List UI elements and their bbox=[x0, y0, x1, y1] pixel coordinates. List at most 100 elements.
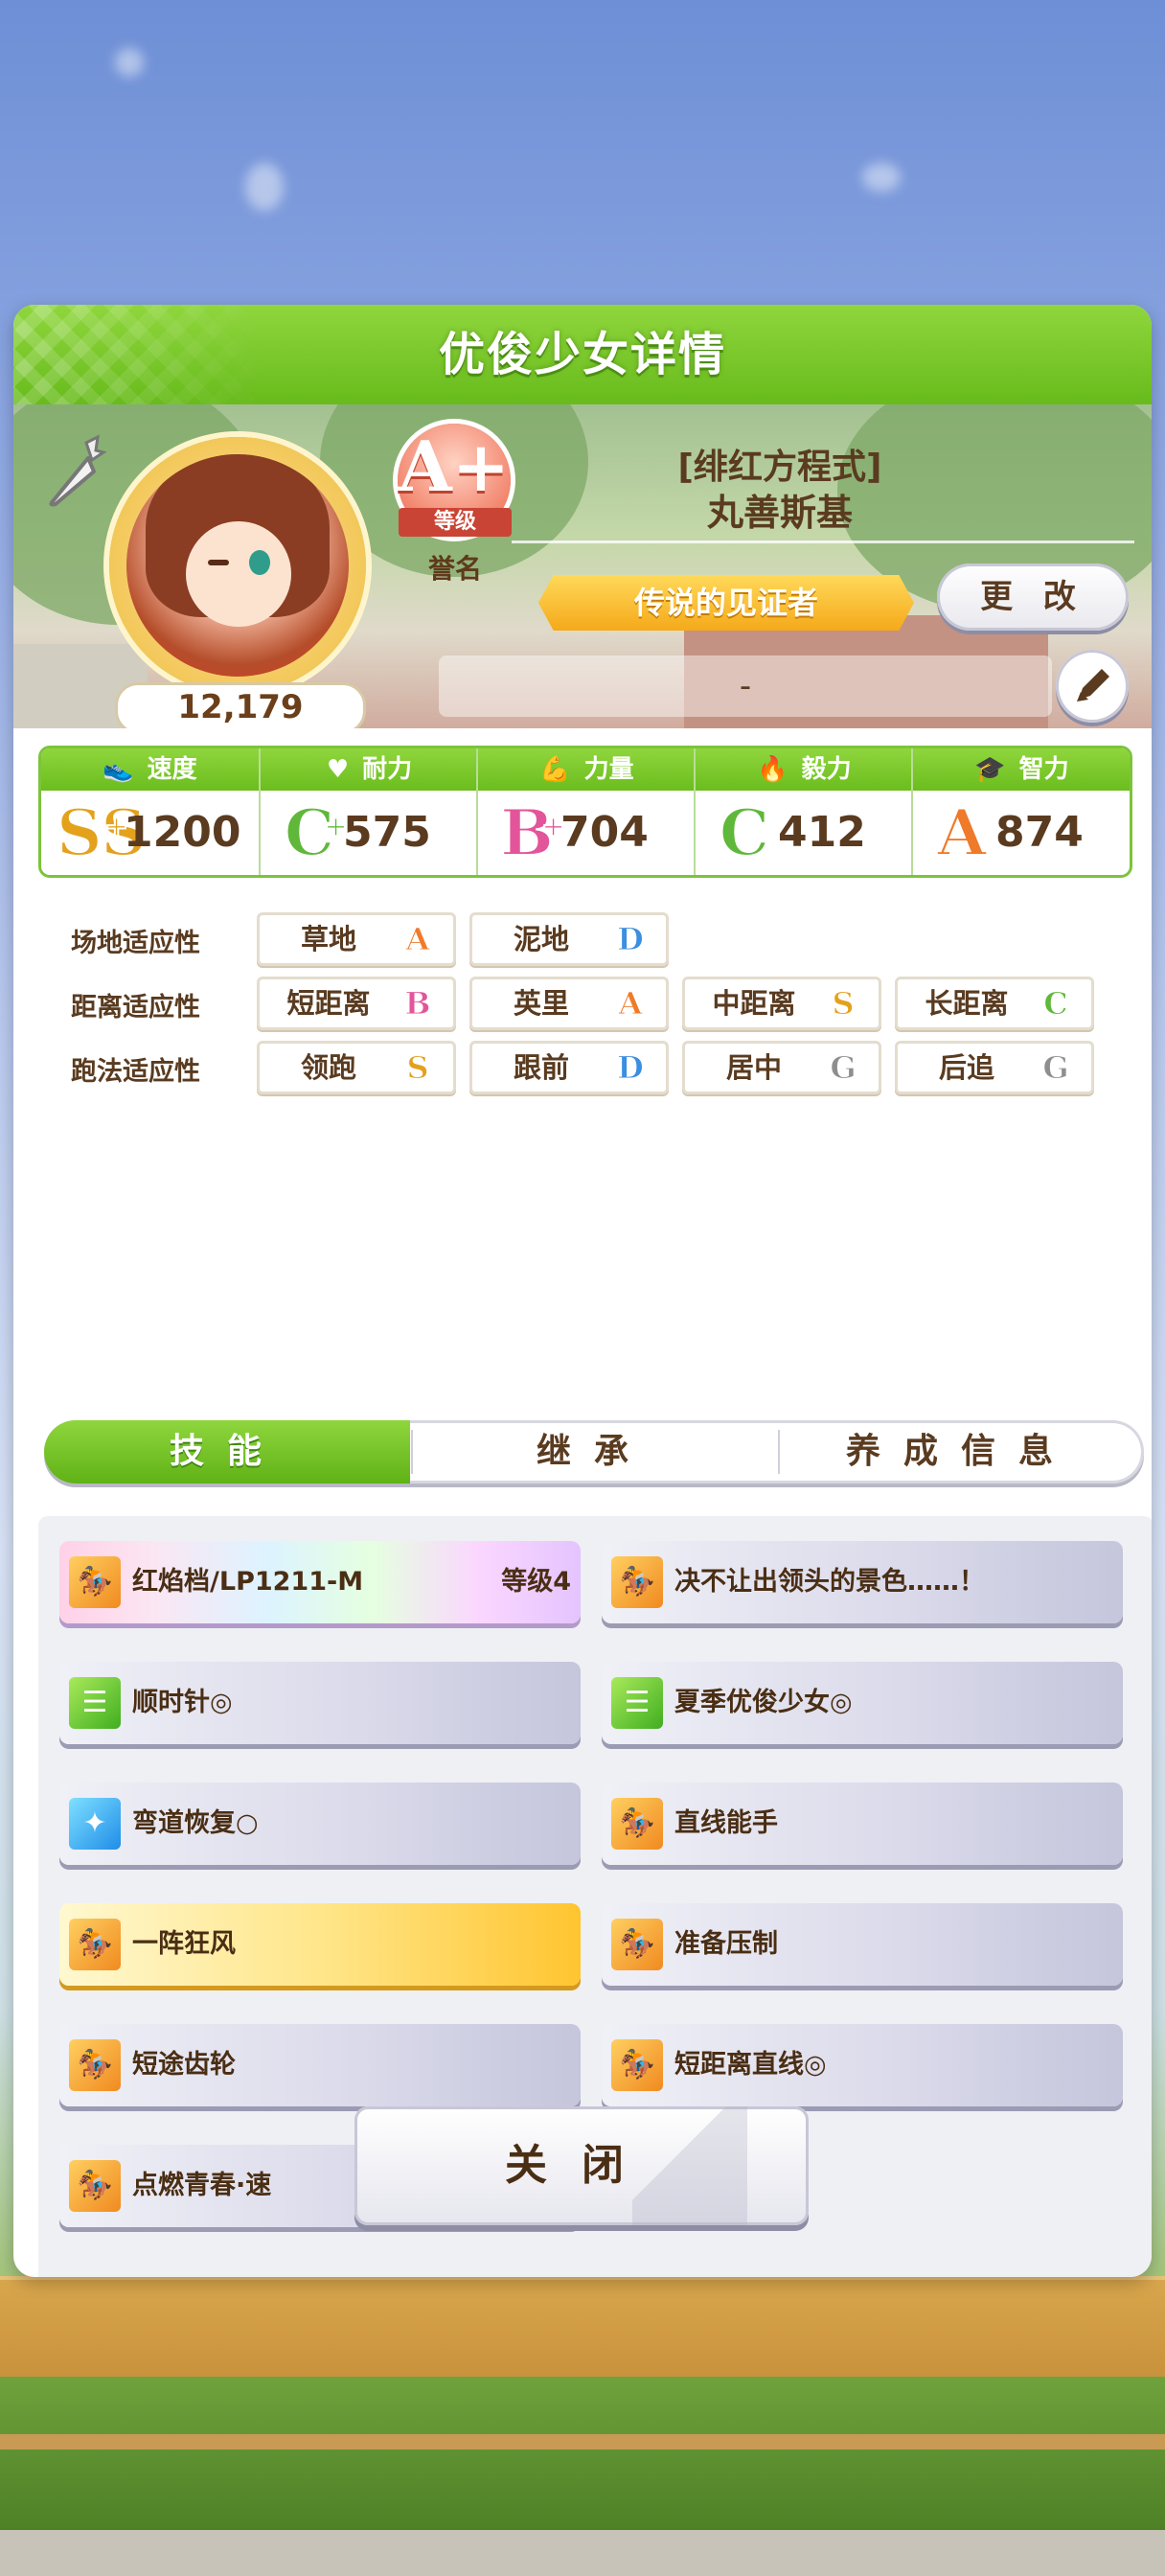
skill-name: 顺时针◎ bbox=[132, 1688, 233, 1717]
sparkle-icon: ✦ bbox=[69, 1798, 121, 1850]
stat-cell: 💪 力量 B +704 bbox=[476, 748, 696, 875]
sky-light bbox=[115, 48, 144, 77]
tab-divider bbox=[411, 1430, 413, 1474]
skill-item[interactable]: 🏇 直线能手 bbox=[602, 1782, 1123, 1865]
stat-label: 力量 bbox=[583, 755, 634, 784]
running-horse-icon: 🏇 bbox=[611, 1556, 663, 1608]
aptitude-name: 草地 bbox=[300, 923, 356, 955]
skill-item[interactable]: 🏇 红焰档/LP1211-M 等级4 bbox=[59, 1541, 581, 1623]
skill-item[interactable]: 🏇 短距离直线◎ bbox=[602, 2024, 1123, 2106]
aptitude-name: 中距离 bbox=[712, 987, 796, 1020]
aptitude-item: 长距离 C bbox=[895, 977, 1094, 1030]
aptitude-grade: B bbox=[404, 985, 431, 1022]
stat-grade: A bbox=[936, 795, 987, 870]
rank-ribbon: 等级 bbox=[399, 508, 512, 537]
close-button[interactable]: 关闭 bbox=[354, 2106, 809, 2225]
aptitude-grade: C bbox=[1043, 985, 1068, 1022]
running-horse-icon: 🏇 bbox=[69, 1919, 121, 1970]
skill-name: 弯道恢复○ bbox=[132, 1808, 259, 1838]
tab-divider bbox=[778, 1430, 780, 1474]
skill-item[interactable]: ✦ 弯道恢复○ bbox=[59, 1782, 581, 1865]
running-horse-icon: 🏇 bbox=[611, 1919, 663, 1970]
skill-name: 红焰档/LP1211-M bbox=[132, 1567, 364, 1597]
aptitude-grade: G bbox=[830, 1049, 857, 1086]
character-portrait bbox=[126, 454, 349, 677]
stat-label: 智力 bbox=[1018, 755, 1069, 784]
document-icon: ☰ bbox=[611, 1677, 663, 1729]
stat-label: 速度 bbox=[147, 755, 197, 784]
stat-value: 704 bbox=[560, 808, 649, 857]
stat-cell: 👟 速度 SS +1200 bbox=[41, 748, 259, 875]
stat-cell: 🎓 智力 A 874 bbox=[911, 748, 1130, 875]
aptitude-grade: A bbox=[618, 985, 643, 1022]
stat-header: 💪 力量 bbox=[478, 748, 696, 791]
aptitude-label-style: 跑法适应性 bbox=[71, 1057, 200, 1087]
stats-table: 👟 速度 SS +1200 ♥ 耐力 C +575 💪 力量 B +704 🔥 毅力 C 412 🎓 智力 A 874 bbox=[38, 746, 1132, 878]
stat-header: 🔥 毅力 bbox=[696, 748, 913, 791]
skill-name: 点燃青春·速 bbox=[132, 2171, 272, 2200]
skill-item[interactable]: 🏇 一阵狂风 bbox=[59, 1903, 581, 1986]
avatar bbox=[109, 437, 366, 694]
aptitude-item: 泥地 D bbox=[469, 912, 669, 966]
skill-item[interactable]: 🏇 短途齿轮 bbox=[59, 2024, 581, 2106]
stat-label: 耐力 bbox=[362, 755, 413, 784]
stat-header: 🎓 智力 bbox=[913, 748, 1130, 791]
tab-1[interactable]: 继承 bbox=[411, 1420, 777, 1484]
running-horse-icon: 🏇 bbox=[69, 1556, 121, 1608]
skill-item[interactable]: 🏇 准备压制 bbox=[602, 1903, 1123, 1986]
stat-cell: ♥ 耐力 C +575 bbox=[259, 748, 478, 875]
aptitude-item: 领跑 S bbox=[257, 1041, 456, 1094]
rank-letter: A+ bbox=[398, 426, 511, 507]
aptitude-item: 短距离 B bbox=[257, 977, 456, 1030]
skill-item[interactable]: ☰ 顺时针◎ bbox=[59, 1662, 581, 1744]
running-horse-icon: 🏇 bbox=[69, 2160, 121, 2212]
carrot-icon bbox=[49, 434, 107, 507]
stat-grade: C + bbox=[276, 797, 349, 868]
aptitude-name: 跟前 bbox=[513, 1051, 569, 1084]
tab-2[interactable]: 养成信息 bbox=[778, 1420, 1144, 1484]
skill-name: 决不让出领头的景色……！ bbox=[674, 1567, 985, 1597]
skill-name: 短途齿轮 bbox=[132, 2050, 236, 2080]
title-ribbon: 传说的见证者 bbox=[538, 575, 914, 631]
aptitude-grade: S bbox=[406, 1049, 429, 1086]
stat-cell: 🔥 毅力 C 412 bbox=[694, 748, 913, 875]
character-eye bbox=[249, 550, 270, 575]
rank-fame-label: 誉名 bbox=[427, 553, 482, 585]
stat-grade: SS + bbox=[56, 797, 148, 868]
aptitude-name: 泥地 bbox=[513, 923, 569, 955]
name-divider bbox=[512, 540, 1134, 543]
aptitude-grade: S bbox=[832, 985, 855, 1022]
skill-name: 直线能手 bbox=[674, 1808, 778, 1838]
aptitude-item: 中距离 S bbox=[682, 977, 881, 1030]
skill-name: 夏季优俊少女◎ bbox=[674, 1688, 853, 1717]
document-icon: ☰ bbox=[69, 1677, 121, 1729]
ground-board bbox=[0, 2276, 1165, 2380]
ground-rail bbox=[0, 2434, 1165, 2450]
shoe-icon: 👟 bbox=[103, 755, 134, 784]
stat-value: 1200 bbox=[124, 808, 241, 857]
stat-header: ♥ 耐力 bbox=[261, 748, 478, 791]
aptitude-grade: G bbox=[1042, 1049, 1069, 1086]
stat-grade: C bbox=[719, 795, 771, 870]
aptitude-label-distance: 距离适应性 bbox=[71, 993, 200, 1023]
aptitude-grade: D bbox=[617, 1049, 645, 1086]
tab-0[interactable]: 技能 bbox=[44, 1420, 410, 1484]
aptitude-name: 领跑 bbox=[300, 1051, 356, 1084]
stat-value: 874 bbox=[995, 808, 1084, 857]
ground-grass bbox=[0, 2377, 1165, 2530]
flame-icon: 🔥 bbox=[757, 755, 788, 784]
aptitude-item: 跟前 D bbox=[469, 1041, 669, 1094]
aptitude-name: 长距离 bbox=[925, 987, 1009, 1020]
change-button[interactable]: 更 改 bbox=[937, 564, 1129, 631]
skill-level: 等级4 bbox=[501, 1567, 571, 1597]
skill-name: 一阵狂风 bbox=[132, 1929, 236, 1959]
stat-grade: B + bbox=[493, 797, 566, 868]
running-horse-icon: 🏇 bbox=[69, 2039, 121, 2091]
skill-item[interactable]: 🏇 决不让出领头的景色……！ bbox=[602, 1541, 1123, 1623]
edit-button[interactable] bbox=[1056, 650, 1129, 723]
close-button-label: 关闭 bbox=[505, 2141, 658, 2190]
comment-field: - bbox=[439, 656, 1052, 717]
aptitude-name: 英里 bbox=[513, 987, 569, 1020]
skill-item[interactable]: ☰ 夏季优俊少女◎ bbox=[602, 1662, 1123, 1744]
stat-header: 👟 速度 bbox=[41, 748, 259, 791]
